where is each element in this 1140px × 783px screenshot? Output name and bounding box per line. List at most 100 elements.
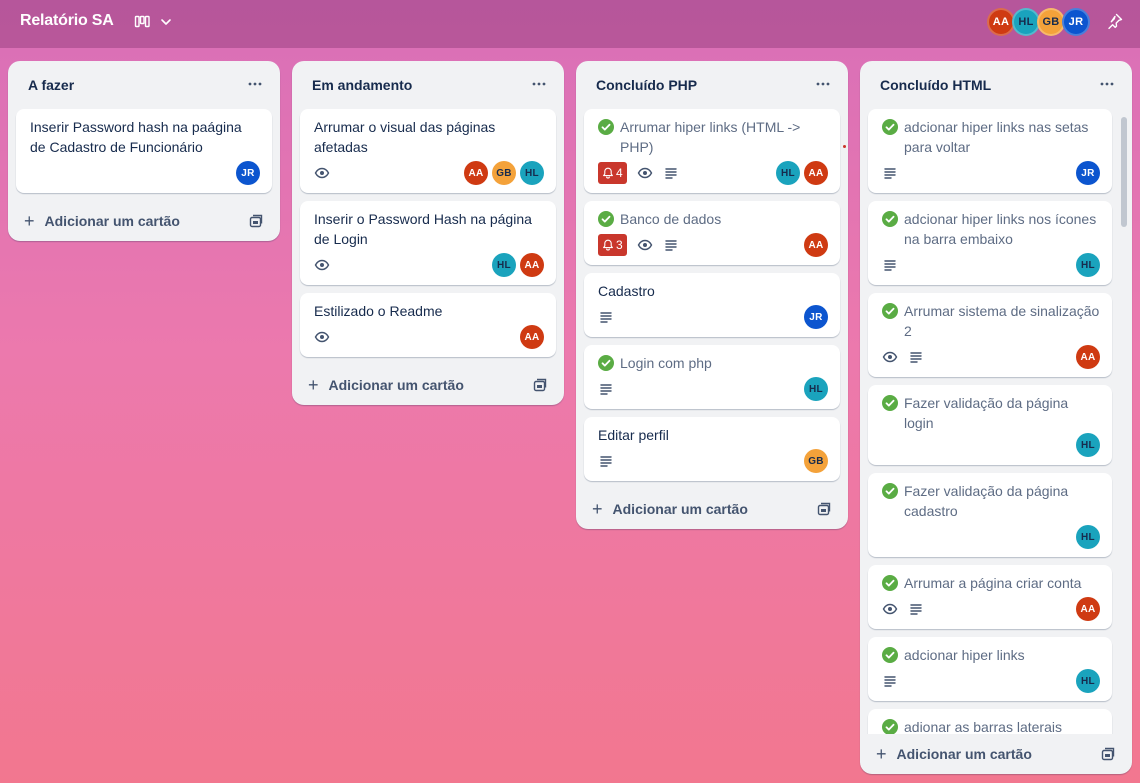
card[interactable]: Estilizado o Readme AA: [300, 293, 556, 357]
card[interactable]: Arrumar sistema de sinalização 2 AA: [868, 293, 1112, 377]
card[interactable]: adionar as barras laterais: [868, 709, 1112, 734]
card-member-avatar[interactable]: AA: [520, 325, 544, 349]
list-concluido-php: Concluído PHP Arrumar hiper links (HTML …: [576, 61, 848, 529]
complete-check-icon: [882, 719, 898, 734]
card[interactable]: Arrumar hiper links (HTML -> PHP) 4 HL A…: [584, 109, 840, 193]
add-card-button[interactable]: + Adicionar um cartão: [576, 489, 848, 529]
card-member-avatar[interactable]: HL: [1076, 525, 1100, 549]
chevron-down-icon: [161, 19, 171, 25]
pin-icon[interactable]: [1106, 12, 1124, 30]
card[interactable]: Fazer validação da página login HL: [868, 385, 1112, 465]
description-icon: [663, 237, 679, 253]
list-title[interactable]: Concluído PHP: [596, 77, 697, 93]
member-avatar[interactable]: GB: [1037, 8, 1065, 36]
notification-badge[interactable]: 3: [598, 234, 627, 256]
notification-count: 4: [616, 166, 623, 180]
bell-icon: [602, 239, 614, 251]
complete-check-icon: [882, 303, 898, 319]
card[interactable]: Inserir Password hash na paágina de Cada…: [16, 109, 272, 193]
description-icon: [598, 381, 614, 397]
description-icon: [908, 349, 924, 365]
card[interactable]: Inserir o Password Hash na página de Log…: [300, 201, 556, 285]
card-title: adionar as barras laterais: [904, 719, 1062, 734]
card-member-avatar[interactable]: AA: [520, 253, 544, 277]
card[interactable]: adcionar hiper links HL: [868, 637, 1112, 701]
eye-icon: [637, 237, 653, 253]
eye-icon: [314, 329, 330, 345]
description-icon: [908, 601, 924, 617]
card[interactable]: Editar perfil GB: [584, 417, 840, 481]
complete-check-icon: [882, 211, 898, 227]
card-member-avatar[interactable]: AA: [804, 161, 828, 185]
complete-check-icon: [882, 483, 898, 499]
complete-check-icon: [598, 211, 614, 227]
plus-icon: +: [876, 743, 887, 764]
card-member-avatar[interactable]: HL: [1076, 669, 1100, 693]
scrollbar-thumb[interactable]: [1121, 117, 1127, 227]
board-title[interactable]: Relatório SA: [20, 12, 114, 30]
card[interactable]: Arrumar a página criar conta AA: [868, 565, 1112, 629]
card[interactable]: Banco de dados 3 AA: [584, 201, 840, 265]
list-menu-button[interactable]: [1096, 73, 1118, 95]
more-icon: [247, 76, 263, 92]
card-member-avatar[interactable]: AA: [1076, 597, 1100, 621]
add-card-button[interactable]: + Adicionar um cartão: [8, 201, 280, 241]
template-icon[interactable]: [248, 213, 264, 229]
list-title[interactable]: A fazer: [28, 77, 74, 93]
add-card-label: Adicionar um cartão: [328, 377, 464, 393]
eye-icon: [882, 601, 898, 617]
card-member-avatar[interactable]: GB: [804, 449, 828, 473]
member-avatar[interactable]: AA: [987, 8, 1015, 36]
template-icon[interactable]: [816, 501, 832, 517]
card-member-avatar[interactable]: HL: [804, 377, 828, 401]
card-member-avatar[interactable]: GB: [492, 161, 516, 185]
notification-badge[interactable]: 4: [598, 162, 627, 184]
complete-check-icon: [598, 355, 614, 371]
template-icon[interactable]: [1100, 746, 1116, 762]
board-view-switcher[interactable]: [134, 10, 180, 34]
card-member-avatar[interactable]: JR: [804, 305, 828, 329]
add-card-label: Adicionar um cartão: [896, 746, 1032, 762]
description-icon: [598, 453, 614, 469]
card-title: adcionar hiper links: [904, 647, 1025, 663]
card-member-avatar[interactable]: HL: [1076, 433, 1100, 457]
card-member-avatar[interactable]: HL: [492, 253, 516, 277]
template-icon[interactable]: [532, 377, 548, 393]
notification-count: 3: [616, 238, 623, 252]
card-member-avatar[interactable]: JR: [1076, 161, 1100, 185]
list-scrollbar[interactable]: [1120, 113, 1128, 774]
card-title: Arrumar sistema de sinalização 2: [904, 303, 1100, 339]
list-menu-button[interactable]: [528, 73, 550, 95]
list-menu-button[interactable]: [244, 73, 266, 95]
card-title: adcionar hiper links nos ícones na barra…: [904, 211, 1097, 247]
more-icon: [1099, 76, 1115, 92]
add-card-button[interactable]: + Adicionar um cartão: [860, 734, 1132, 774]
card[interactable]: Fazer validação da página cadastro HL: [868, 473, 1112, 557]
card[interactable]: Cadastro JR: [584, 273, 840, 337]
card-title: Fazer validação da página login: [904, 395, 1069, 431]
card-member-avatar[interactable]: JR: [236, 161, 260, 185]
card-member-avatar[interactable]: HL: [776, 161, 800, 185]
card[interactable]: Login com php HL: [584, 345, 840, 409]
list-title[interactable]: Em andamento: [312, 77, 412, 93]
add-card-button[interactable]: + Adicionar um cartão: [292, 365, 564, 405]
plus-icon: +: [592, 498, 603, 519]
card[interactable]: Arrumar o visual das páginas afetadas AA…: [300, 109, 556, 193]
eye-icon: [637, 165, 653, 181]
list-menu-button[interactable]: [812, 73, 834, 95]
card[interactable]: adcionar hiper links nas setas para volt…: [868, 109, 1112, 193]
card-member-avatar[interactable]: AA: [464, 161, 488, 185]
card-member-avatar[interactable]: AA: [804, 233, 828, 257]
member-avatar[interactable]: HL: [1012, 8, 1040, 36]
description-icon: [663, 165, 679, 181]
member-avatar[interactable]: JR: [1062, 8, 1090, 36]
eye-icon: [314, 257, 330, 273]
card-member-avatar[interactable]: AA: [1076, 345, 1100, 369]
card-member-avatar[interactable]: HL: [520, 161, 544, 185]
card-title: Arrumar hiper links (HTML -> PHP): [620, 119, 801, 155]
card-member-avatar[interactable]: HL: [1076, 253, 1100, 277]
card[interactable]: adcionar hiper links nos ícones na barra…: [868, 201, 1112, 285]
list-em-andamento: Em andamento Arrumar o visual das página…: [292, 61, 564, 405]
list-title[interactable]: Concluído HTML: [880, 77, 991, 93]
bell-icon: [602, 167, 614, 179]
